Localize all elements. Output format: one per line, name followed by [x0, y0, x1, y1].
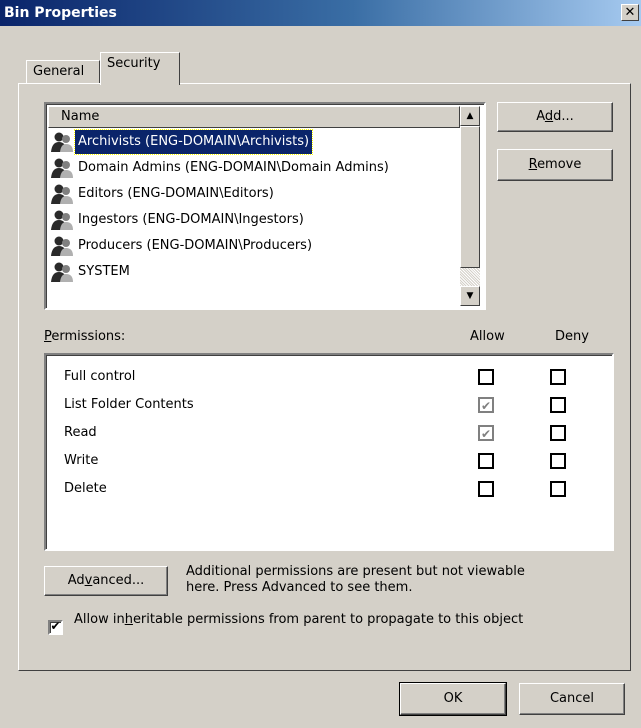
tab-general[interactable]: General: [26, 60, 100, 84]
advanced-button[interactable]: Advanced...: [44, 566, 168, 596]
inherit-permissions-label[interactable]: Allow inheritable permissions from paren…: [74, 612, 524, 628]
title-bar: Bin Properties ✕: [0, 0, 641, 26]
list-item[interactable]: Editors (ENG-DOMAIN\Editors): [50, 182, 277, 206]
list-item-label: Domain Admins (ENG-DOMAIN\Domain Admins): [78, 160, 389, 175]
permissions-list: Full control List Folder Contents ✔ Read ✔ Wr…: [44, 353, 614, 551]
checkmark-icon: ✔: [480, 399, 492, 413]
list-item-label: Producers (ENG-DOMAIN\Producers): [78, 238, 313, 253]
allow-checkbox: ✔: [478, 425, 494, 441]
scrollbar-thumb[interactable]: [460, 126, 480, 268]
close-icon: ✕: [624, 5, 636, 20]
permission-row: Delete: [64, 479, 604, 499]
deny-checkbox[interactable]: [550, 453, 566, 469]
allow-column-header: Allow: [470, 329, 505, 344]
list-item[interactable]: SYSTEM: [50, 260, 133, 284]
remove-button-label: Remove: [528, 157, 582, 172]
name-column-header[interactable]: Name: [48, 106, 460, 128]
permissions-label: Permissions:: [44, 329, 126, 344]
list-item-label: Editors (ENG-DOMAIN\Editors): [78, 186, 274, 201]
scroll-down-button[interactable]: ▼: [460, 286, 480, 306]
allow-checkbox: ✔: [478, 397, 494, 413]
list-item[interactable]: Producers (ENG-DOMAIN\Producers): [50, 234, 315, 258]
checkmark-icon: ✔: [50, 619, 61, 633]
names-list-scrollbar[interactable]: ▲ ▼: [460, 106, 480, 306]
ok-button[interactable]: OK: [399, 682, 507, 716]
list-item-label: SYSTEM: [78, 264, 130, 279]
tab-security[interactable]: Security: [100, 52, 180, 85]
allow-checkbox[interactable]: [478, 369, 494, 385]
group-icon: [50, 131, 74, 153]
group-icon: [50, 183, 74, 205]
group-icon: [50, 209, 74, 231]
list-item[interactable]: Archivists (ENG-DOMAIN\Archivists): [50, 129, 314, 155]
allow-checkbox[interactable]: [478, 481, 494, 497]
permission-name: List Folder Contents: [64, 397, 194, 412]
permission-name: Write: [64, 453, 99, 468]
deny-checkbox[interactable]: [550, 481, 566, 497]
list-item-label: Ingestors (ENG-DOMAIN\Ingestors): [78, 212, 304, 227]
deny-column-header: Deny: [555, 329, 589, 344]
cancel-button[interactable]: Cancel: [519, 683, 625, 715]
deny-checkbox[interactable]: [550, 425, 566, 441]
close-button[interactable]: ✕: [621, 4, 639, 21]
group-icon: [50, 235, 74, 257]
scroll-up-button[interactable]: ▲: [460, 106, 480, 126]
deny-checkbox[interactable]: [550, 397, 566, 413]
tab-security-label: Security: [107, 56, 161, 71]
checkmark-icon: ✔: [480, 427, 492, 441]
permission-row: Full control: [64, 367, 604, 387]
list-item[interactable]: Domain Admins (ENG-DOMAIN\Domain Admins): [50, 156, 392, 180]
group-user-names-list[interactable]: Name Archivists (ENG-DOMAIN\Archivists) D…: [44, 102, 486, 310]
permission-name: Full control: [64, 369, 136, 384]
permission-row: Write: [64, 451, 604, 471]
cancel-button-label: Cancel: [549, 691, 595, 706]
deny-checkbox[interactable]: [550, 369, 566, 385]
inherit-permissions-checkbox[interactable]: ✔: [48, 619, 63, 635]
ok-button-label: OK: [443, 691, 463, 706]
permission-row: List Folder Contents ✔: [64, 395, 604, 415]
group-icon: [50, 261, 74, 283]
add-button-label: Add...: [536, 109, 574, 124]
permission-row: Read ✔: [64, 423, 604, 443]
remove-button[interactable]: Remove: [497, 149, 613, 181]
tab-general-label: General: [33, 64, 85, 79]
permission-name: Delete: [64, 481, 107, 496]
advanced-button-label: Advanced...: [67, 573, 145, 588]
name-column-header-label: Name: [61, 109, 100, 124]
list-item[interactable]: Ingestors (ENG-DOMAIN\Ingestors): [50, 208, 307, 232]
list-item-label: Archivists (ENG-DOMAIN\Archivists): [73, 129, 314, 155]
advanced-info-text: Additional permissions are present but n…: [186, 564, 525, 595]
permission-name: Read: [64, 425, 97, 440]
allow-checkbox[interactable]: [478, 453, 494, 469]
window-title: Bin Properties: [4, 5, 117, 21]
group-icon: [50, 157, 74, 179]
add-button[interactable]: Add...: [497, 102, 613, 132]
